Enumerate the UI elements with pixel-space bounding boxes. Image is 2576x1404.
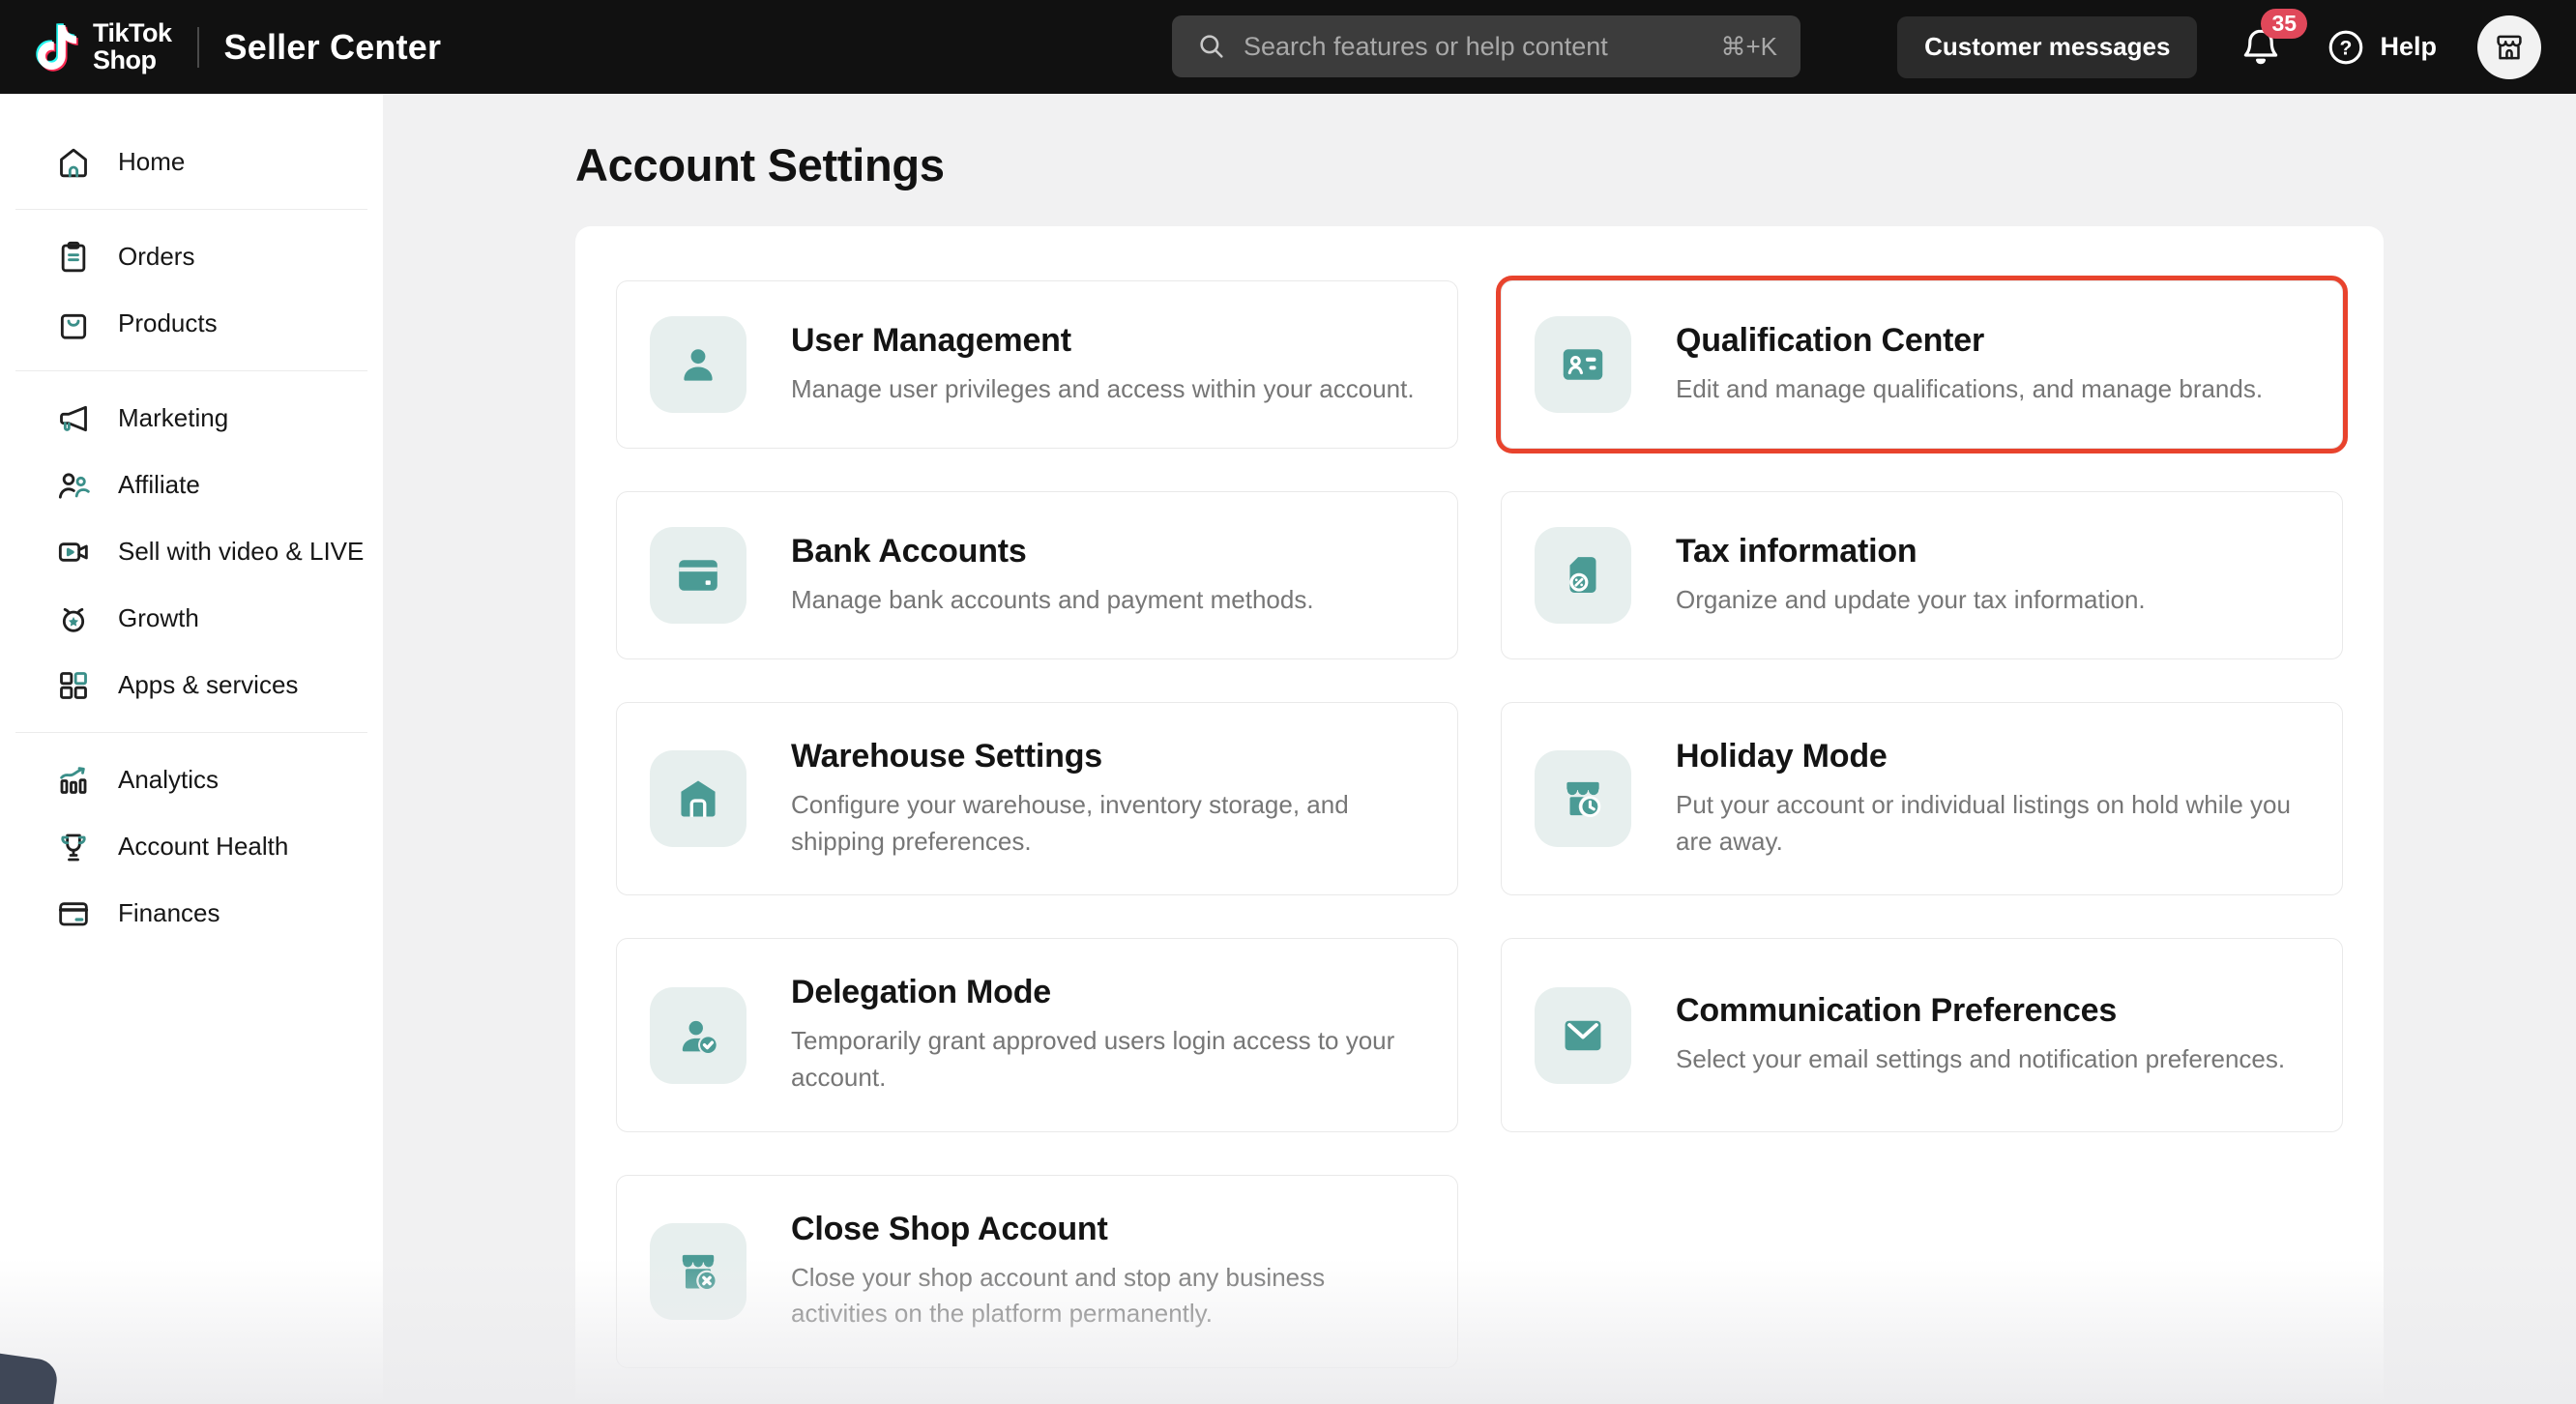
tile-title: Holiday Mode	[1676, 738, 2303, 775]
tile-delegation-mode[interactable]: Delegation Mode Temporarily grant approv…	[616, 938, 1458, 1131]
tile-title: Warehouse Settings	[791, 738, 1419, 775]
tiktok-note-icon	[35, 23, 79, 72]
tile-description: Select your email settings and notificat…	[1676, 1041, 2285, 1078]
apps-grid-icon	[54, 666, 93, 705]
trophy-icon	[54, 828, 93, 866]
settings-card: User Management Manage user privileges a…	[575, 226, 2384, 1404]
sidebar-item-home[interactable]: Home	[0, 129, 383, 195]
app-title: Seller Center	[224, 27, 442, 68]
user-icon	[650, 316, 746, 413]
tile-title: Qualification Center	[1676, 322, 2263, 360]
sidebar-item-affiliate[interactable]: Affiliate	[0, 452, 383, 518]
notification-count-badge: 35	[2261, 9, 2307, 39]
sidebar-item-apps-services[interactable]: Apps & services	[0, 652, 383, 718]
tile-tax-information[interactable]: Tax information Organize and update your…	[1501, 491, 2343, 659]
tile-user-management[interactable]: User Management Manage user privileges a…	[616, 280, 1458, 449]
tile-title: Tax information	[1676, 533, 2146, 570]
sidebar-item-account-health[interactable]: Account Health	[0, 813, 383, 880]
sidebar-item-label: Affiliate	[118, 470, 200, 500]
brand-logo[interactable]: TikTok Shop	[0, 20, 172, 74]
orders-icon	[54, 238, 93, 277]
id-card-icon	[1535, 316, 1631, 413]
header-divider	[197, 27, 199, 68]
bank-card-icon	[54, 894, 93, 933]
shop-close-icon	[650, 1223, 746, 1320]
tile-description: Configure your warehouse, inventory stor…	[791, 787, 1419, 860]
tile-title: User Management	[791, 322, 1415, 360]
sidebar-item-label: Marketing	[118, 403, 228, 433]
help-label: Help	[2380, 32, 2437, 62]
storefront-icon	[2491, 29, 2528, 66]
global-search[interactable]: ⌘+K	[1172, 15, 1800, 77]
analytics-icon	[54, 761, 93, 800]
sidebar-divider	[15, 370, 367, 371]
tile-title: Communication Preferences	[1676, 992, 2285, 1030]
sidebar-item-label: Products	[118, 308, 218, 338]
sidebar-item-label: Orders	[118, 242, 194, 272]
main-content: Account Settings User Management Manage …	[383, 94, 2576, 1404]
sidebar-item-label: Account Health	[118, 832, 288, 862]
search-shortcut: ⌘+K	[1720, 32, 1777, 62]
sidebar-item-label: Apps & services	[118, 670, 298, 700]
envelope-icon	[1535, 987, 1631, 1084]
home-icon	[54, 143, 93, 182]
video-camera-icon	[54, 533, 93, 571]
brand-wordmark: TikTok Shop	[93, 20, 172, 74]
tax-document-icon	[1535, 527, 1631, 624]
tile-close-shop-account[interactable]: Close Shop Account Close your shop accou…	[616, 1175, 1458, 1368]
search-icon	[1195, 30, 1228, 63]
sidebar-item-analytics[interactable]: Analytics	[0, 746, 383, 813]
sidebar-item-finances[interactable]: Finances	[0, 880, 383, 947]
user-check-icon	[650, 987, 746, 1084]
help-button[interactable]: ? Help	[2325, 26, 2437, 69]
tile-description: Edit and manage qualifications, and mana…	[1676, 371, 2263, 408]
tile-title: Delegation Mode	[791, 974, 1419, 1011]
search-input[interactable]	[1244, 32, 1720, 62]
page-title: Account Settings	[575, 138, 2576, 191]
products-icon	[54, 305, 93, 343]
sidebar-item-sell-with-video-live[interactable]: Sell with video & LIVE	[0, 518, 383, 585]
notifications-button[interactable]: 35	[2238, 22, 2284, 73]
tile-title: Bank Accounts	[791, 533, 1314, 570]
warehouse-icon	[650, 750, 746, 847]
growth-icon	[54, 600, 93, 638]
sidebar-item-label: Analytics	[118, 765, 219, 795]
sidebar-item-marketing[interactable]: Marketing	[0, 385, 383, 452]
sidebar-item-label: Sell with video & LIVE	[118, 537, 364, 567]
sidebar-divider	[15, 732, 367, 733]
megaphone-icon	[54, 399, 93, 438]
sidebar-item-label: Growth	[118, 603, 199, 633]
tile-description: Organize and update your tax information…	[1676, 582, 2146, 619]
customer-messages-button[interactable]: Customer messages	[1897, 16, 2197, 78]
bank-card-icon	[650, 527, 746, 624]
top-header: TikTok Shop Seller Center ⌘+K Customer m…	[0, 0, 2576, 94]
tile-description: Temporarily grant approved users login a…	[791, 1023, 1419, 1096]
tile-warehouse-settings[interactable]: Warehouse Settings Configure your wareho…	[616, 702, 1458, 895]
sidebar-divider	[15, 209, 367, 210]
tile-qualification-center[interactable]: Qualification Center Edit and manage qua…	[1501, 280, 2343, 449]
tile-holiday-mode[interactable]: Holiday Mode Put your account or individ…	[1501, 702, 2343, 895]
settings-grid: User Management Manage user privileges a…	[616, 280, 2343, 1368]
tile-description: Manage user privileges and access within…	[791, 371, 1415, 408]
sidebar-item-orders[interactable]: Orders	[0, 223, 383, 290]
question-circle-icon: ?	[2325, 26, 2367, 69]
tile-bank-accounts[interactable]: Bank Accounts Manage bank accounts and p…	[616, 491, 1458, 659]
sidebar-item-growth[interactable]: Growth	[0, 585, 383, 652]
sidebar-nav: Home Orders Products Marketing Affi	[0, 94, 383, 1404]
tile-description: Close your shop account and stop any bus…	[791, 1260, 1419, 1332]
tile-description: Manage bank accounts and payment methods…	[791, 582, 1314, 619]
sidebar-item-label: Home	[118, 147, 185, 177]
svg-text:?: ?	[2340, 37, 2353, 59]
tile-communication-preferences[interactable]: Communication Preferences Select your em…	[1501, 938, 2343, 1131]
tile-description: Put your account or individual listings …	[1676, 787, 2303, 860]
shop-clock-icon	[1535, 750, 1631, 847]
sidebar-item-products[interactable]: Products	[0, 290, 383, 357]
sidebar-item-label: Finances	[118, 898, 220, 928]
affiliate-icon	[54, 466, 93, 505]
tile-title: Close Shop Account	[791, 1211, 1419, 1248]
shop-avatar-button[interactable]	[2477, 15, 2541, 79]
